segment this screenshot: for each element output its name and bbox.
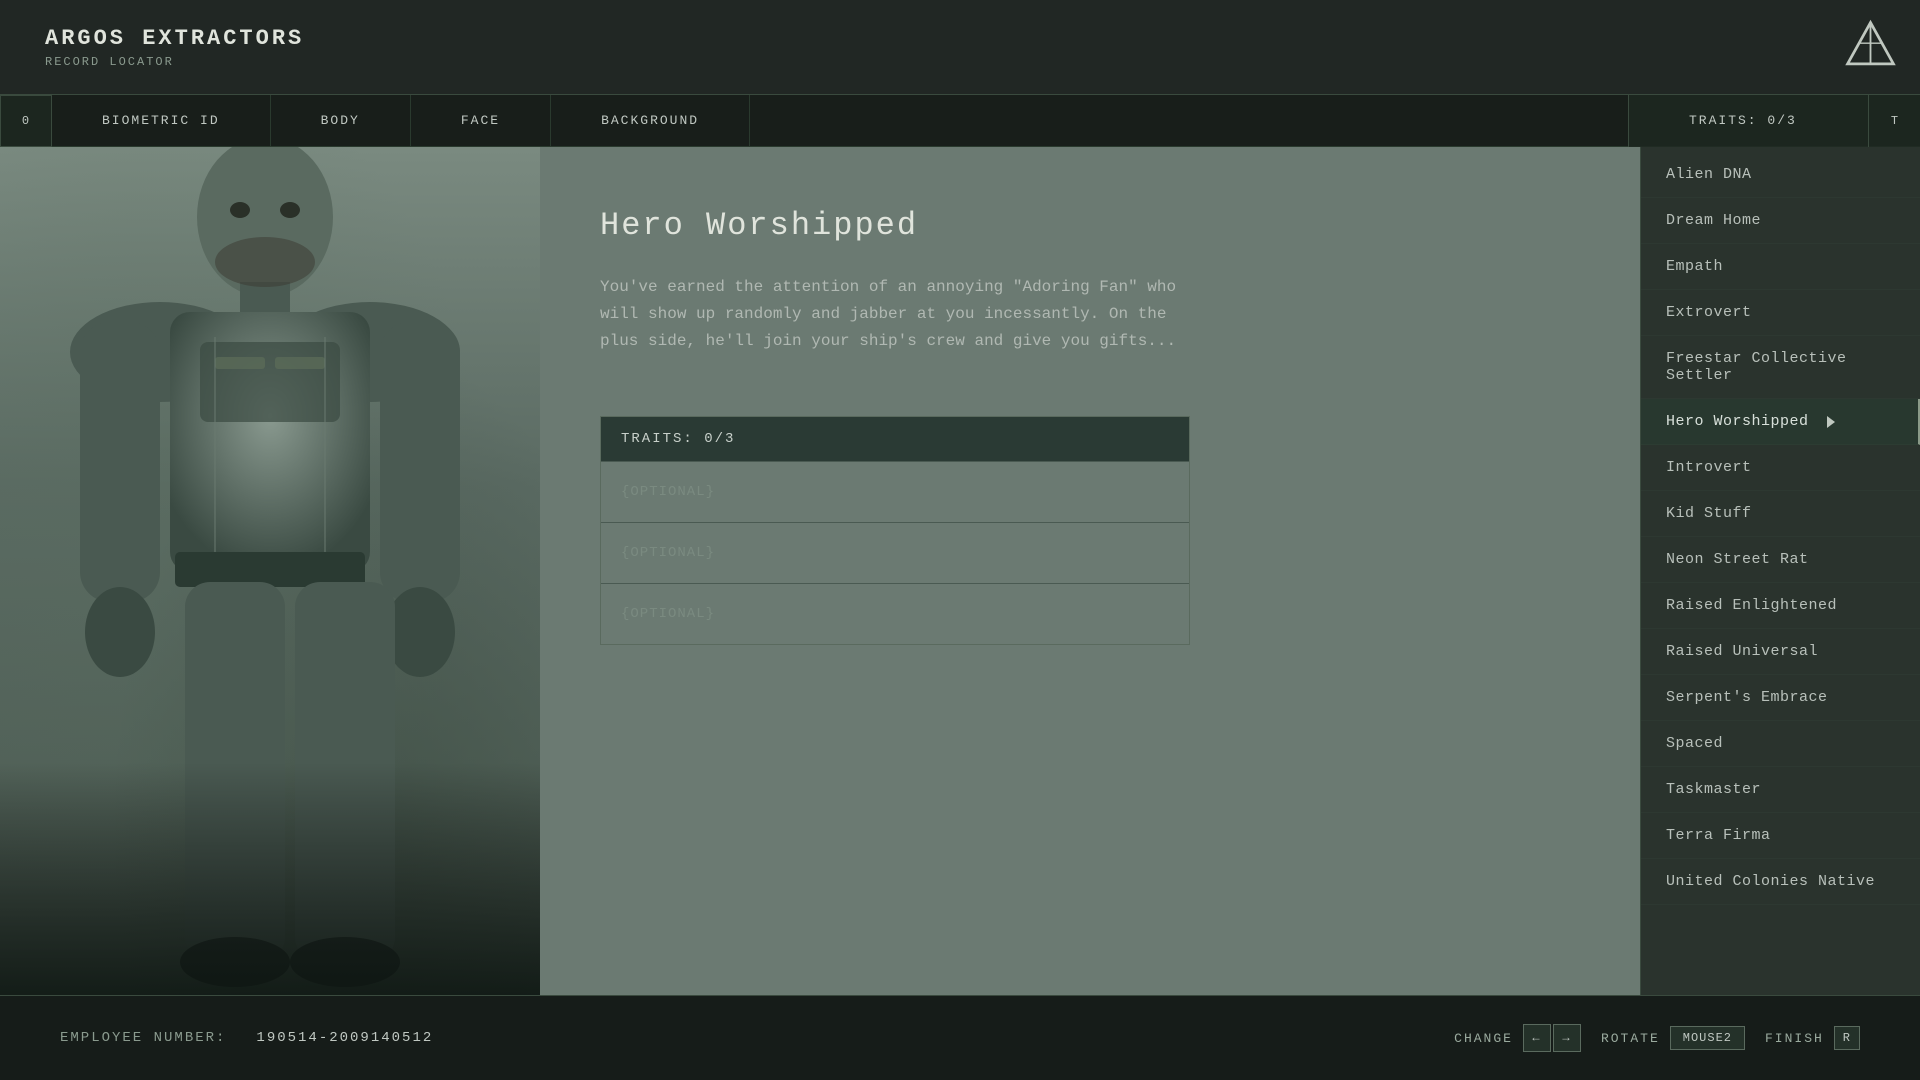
sidebar-item-label: Neon Street Rat (1666, 551, 1809, 568)
character-area (0, 147, 540, 995)
change-right-btn[interactable]: → (1553, 1024, 1581, 1052)
sidebar-item-serpent's-embrace[interactable]: Serpent's Embrace (1641, 675, 1920, 721)
traits-box-header: TRAITS: 0/3 (601, 417, 1189, 461)
character-portrait (0, 189, 540, 995)
sidebar-item-label: Serpent's Embrace (1666, 689, 1828, 706)
app-title: ARGOS EXTRACTORS (15, 18, 445, 55)
top-bar: ARGOS EXTRACTORS RECORD LOCATOR (0, 0, 1920, 95)
sidebar-item-kid-stuff[interactable]: Kid Stuff (1641, 491, 1920, 537)
sidebar-item-alien-dna[interactable]: Alien DNA (1641, 152, 1920, 198)
trait-description: You've earned the attention of an annoyi… (600, 274, 1180, 356)
employee-number: 190514-2009140512 (256, 1030, 433, 1046)
main-content: Hero Worshipped You've earned the attent… (0, 147, 1920, 995)
change-arrows: ← → (1523, 1024, 1581, 1052)
bottom-bar: EMPLOYEE NUMBER: 190514-2009140512 CHANG… (0, 995, 1920, 1080)
sidebar-item-label: Raised Enlightened (1666, 597, 1837, 614)
traits-box: TRAITS: 0/3 {OPTIONAL} {OPTIONAL} {OPTIO… (600, 416, 1190, 645)
sidebar-item-label: Kid Stuff (1666, 505, 1752, 522)
sidebar-item-raised-enlightened[interactable]: Raised Enlightened (1641, 583, 1920, 629)
sidebar-item-empath[interactable]: Empath (1641, 244, 1920, 290)
nav-left-button[interactable]: 0 (0, 95, 52, 147)
sidebar-item-label: Taskmaster (1666, 781, 1761, 798)
sidebar-item-label: Dream Home (1666, 212, 1761, 229)
logo (1840, 15, 1900, 75)
sidebar-item-label: Alien DNA (1666, 166, 1752, 183)
nav-right-button[interactable]: T (1868, 95, 1920, 147)
change-left-btn[interactable]: ← (1523, 1024, 1551, 1052)
sidebar-item-label: Spaced (1666, 735, 1723, 752)
sidebar-item-taskmaster[interactable]: Taskmaster (1641, 767, 1920, 813)
traits-nav-label: TRAITS: 0/3 (1628, 95, 1868, 147)
sidebar-item-dream-home[interactable]: Dream Home (1641, 198, 1920, 244)
trait-title: Hero Worshipped (600, 207, 1580, 244)
sidebar-item-label: Freestar Collective Settler (1666, 350, 1895, 384)
finish-key-btn[interactable]: R (1834, 1026, 1860, 1050)
record-locator: RECORD LOCATOR (15, 55, 445, 77)
sidebar-item-extrovert[interactable]: Extrovert (1641, 290, 1920, 336)
finish-label: FINISH (1765, 1031, 1824, 1046)
nav-tabs: 0 BIOMETRIC ID BODY FACE BACKGROUND TRAI… (0, 95, 1920, 147)
sidebar-item-neon-street-rat[interactable]: Neon Street Rat (1641, 537, 1920, 583)
rotate-label: ROTATE (1601, 1031, 1660, 1046)
nav-right-group: TRAITS: 0/3 T (1628, 95, 1920, 147)
sidebar-item-terra-firma[interactable]: Terra Firma (1641, 813, 1920, 859)
sidebar-item-label: Raised Universal (1666, 643, 1818, 660)
sidebar-item-label: Introvert (1666, 459, 1752, 476)
employee-label: EMPLOYEE NUMBER: (60, 1030, 226, 1046)
rotate-action: ROTATE MOUSE2 (1601, 1026, 1745, 1050)
tab-biometric[interactable]: BIOMETRIC ID (52, 95, 271, 147)
sidebar-item-raised-universal[interactable]: Raised Universal (1641, 629, 1920, 675)
finish-action: FINISH R (1765, 1026, 1860, 1050)
tab-background[interactable]: BACKGROUND (551, 95, 750, 147)
trait-slot-2[interactable]: {OPTIONAL} (601, 522, 1189, 583)
rotate-key-btn[interactable]: MOUSE2 (1670, 1026, 1745, 1050)
change-action: CHANGE ← → (1454, 1024, 1581, 1052)
info-panel: Hero Worshipped You've earned the attent… (540, 147, 1640, 995)
sidebar-item-label: Hero Worshipped (1666, 413, 1809, 430)
sidebar-item-label: Empath (1666, 258, 1723, 275)
sidebar-item-label: United Colonies Native (1666, 873, 1875, 890)
tab-body[interactable]: BODY (271, 95, 411, 147)
sidebar-item-label: Extrovert (1666, 304, 1752, 321)
sidebar-item-united-colonies-native[interactable]: United Colonies Native (1641, 859, 1920, 905)
sidebar-item-freestar-collective-settler[interactable]: Freestar Collective Settler (1641, 336, 1920, 399)
trait-slot-3[interactable]: {OPTIONAL} (601, 583, 1189, 644)
sidebar-item-spaced[interactable]: Spaced (1641, 721, 1920, 767)
title-block: ARGOS EXTRACTORS RECORD LOCATOR (0, 0, 460, 94)
active-cursor-icon (1827, 416, 1835, 428)
sidebar-item-introvert[interactable]: Introvert (1641, 445, 1920, 491)
traits-list: Alien DNA Dream Home Empath Extrovert Freest… (1640, 147, 1920, 995)
change-label: CHANGE (1454, 1031, 1513, 1046)
tab-face[interactable]: FACE (411, 95, 551, 147)
sidebar-item-hero-worshipped[interactable]: Hero Worshipped (1641, 399, 1920, 445)
sidebar-item-label: Terra Firma (1666, 827, 1771, 844)
trait-slot-1[interactable]: {OPTIONAL} (601, 461, 1189, 522)
bottom-actions: CHANGE ← → ROTATE MOUSE2 FINISH R (1454, 1024, 1860, 1052)
